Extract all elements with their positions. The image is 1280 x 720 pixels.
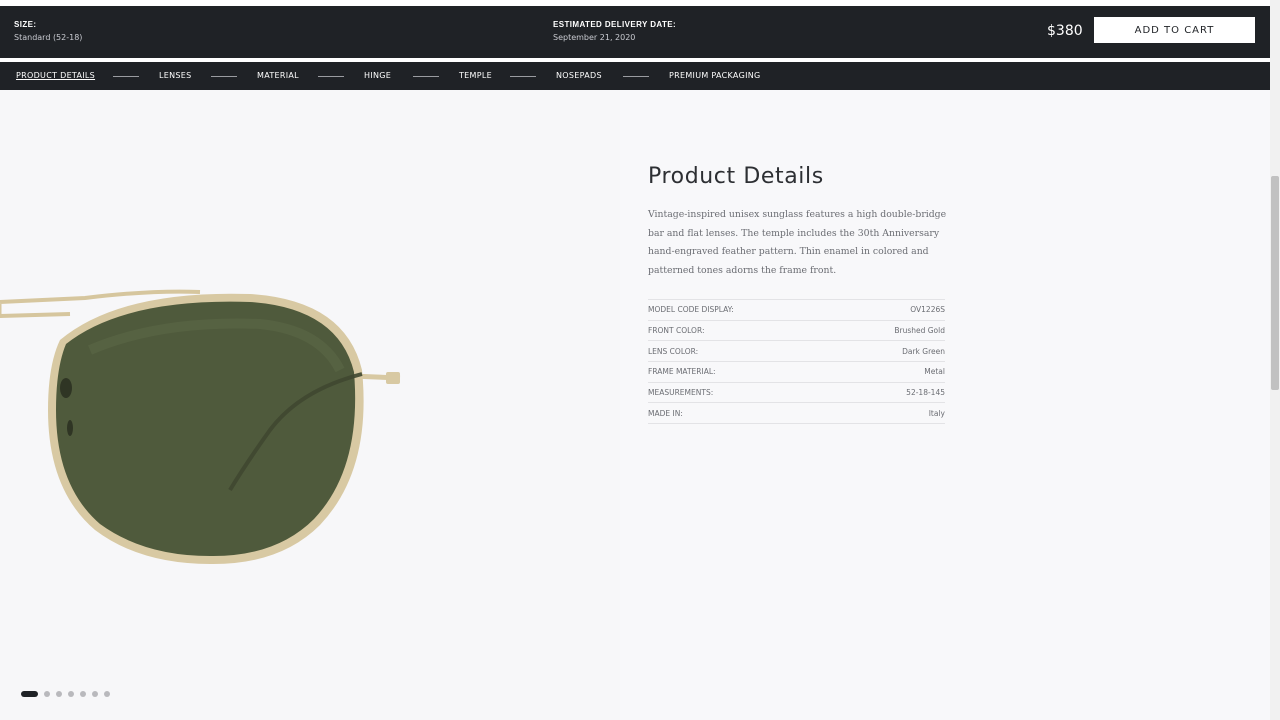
spec-value: Italy (928, 408, 945, 418)
spec-row: LENS COLOR: Dark Green (648, 341, 945, 363)
spec-row: FRONT COLOR: Brushed Gold (648, 321, 945, 342)
spec-value: Brushed Gold (894, 326, 945, 336)
spec-row: FRAME MATERIAL: Metal (648, 362, 945, 383)
spec-value: Metal (924, 367, 945, 377)
nav-hinge[interactable]: HINGE (364, 71, 391, 80)
spec-value: OV1226S (910, 305, 945, 315)
carousel-dot-6[interactable] (92, 691, 98, 697)
spec-value: Dark Green (902, 346, 945, 356)
nav-material[interactable]: MATERIAL (257, 71, 299, 80)
purchase-bar: SIZE: Standard (52-18) ESTIMATED DELIVER… (0, 6, 1270, 58)
specs-table: MODEL CODE DISPLAY: OV1226S FRONT COLOR:… (648, 299, 945, 425)
nav-lenses[interactable]: LENSES (159, 71, 192, 80)
spec-label: MADE IN: (648, 408, 683, 418)
carousel-dot-3[interactable] (56, 691, 62, 697)
carousel-dot-7[interactable] (104, 691, 110, 697)
nav-divider (113, 76, 139, 77)
add-to-cart-button[interactable]: ADD TO CART (1094, 17, 1255, 43)
price: $380 (1047, 23, 1083, 39)
nav-nosepads[interactable]: NOSEPADS (556, 71, 602, 80)
page-scrollbar[interactable] (1270, 0, 1280, 720)
delivery-label: ESTIMATED DELIVERY DATE: (553, 20, 677, 29)
delivery-info: ESTIMATED DELIVERY DATE: September 21, 2… (553, 20, 676, 42)
nav-divider (623, 76, 649, 77)
scrollbar-thumb[interactable] (1271, 176, 1279, 390)
content-area: Product Details Vintage-inspired unisex … (0, 90, 1270, 720)
delivery-value: September 21, 2020 (553, 33, 636, 42)
nav-divider (510, 76, 536, 77)
product-image-pane (0, 90, 620, 720)
spec-label: FRAME MATERIAL: (648, 367, 716, 377)
nav-premium-packaging[interactable]: PREMIUM PACKAGING (669, 71, 761, 80)
carousel-dot-2[interactable] (44, 691, 50, 697)
nav-divider (211, 76, 237, 77)
nav-product-details[interactable]: PRODUCT DETAILS (16, 71, 95, 80)
size-info[interactable]: SIZE: Standard (52-18) (14, 20, 82, 42)
size-label: SIZE: (14, 20, 37, 29)
spec-value: 52-18-145 (906, 388, 945, 398)
section-nav: PRODUCT DETAILS LENSES MATERIAL HINGE TE… (0, 62, 1270, 90)
carousel-dots (21, 691, 110, 697)
spec-label: FRONT COLOR: (648, 326, 705, 336)
size-value: Standard (52-18) (14, 33, 83, 42)
nav-divider (413, 76, 439, 77)
spec-row: MADE IN: Italy (648, 403, 945, 425)
carousel-dot-4[interactable] (68, 691, 74, 697)
nav-temple[interactable]: TEMPLE (459, 71, 492, 80)
nav-divider (318, 76, 344, 77)
carousel-dot-5[interactable] (80, 691, 86, 697)
sunglasses-image (0, 289, 401, 565)
product-description: Vintage-inspired unisex sunglass feature… (648, 209, 947, 277)
spec-row: MEASUREMENTS: 52-18-145 (648, 383, 945, 404)
carousel-dot-1[interactable] (21, 691, 38, 697)
spec-label: MEASUREMENTS: (648, 388, 714, 398)
spec-label: LENS COLOR: (648, 346, 699, 356)
spec-row: MODEL CODE DISPLAY: OV1226S (648, 300, 945, 321)
product-details-title: Product Details (648, 164, 824, 189)
spec-label: MODEL CODE DISPLAY: (648, 305, 734, 315)
